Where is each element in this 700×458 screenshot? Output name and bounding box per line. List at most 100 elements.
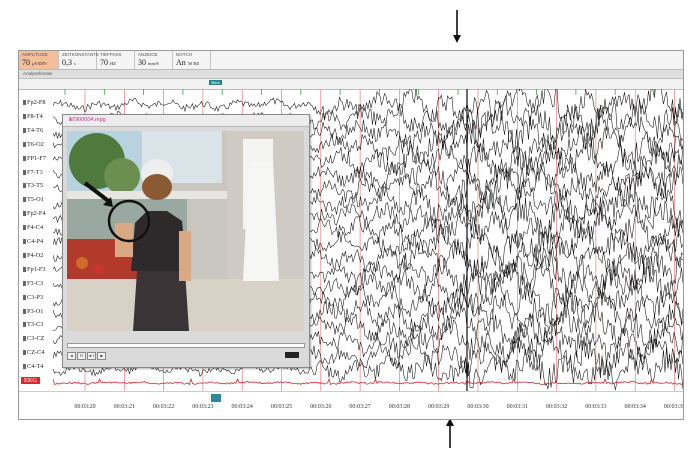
channel-icon <box>23 169 26 175</box>
channel-icon <box>23 308 26 314</box>
time-tick-label: 00:03:35 <box>663 404 684 410</box>
channel-icon <box>23 113 26 119</box>
channel-label[interactable]: C3-P3 <box>23 294 43 301</box>
channel-label[interactable]: F3-C3 <box>23 280 43 287</box>
channel-name: Fp2-F4 <box>27 210 46 218</box>
param-unit: HZ <box>110 61 116 66</box>
video-image <box>67 131 304 331</box>
param-value: 70 HZ <box>100 58 116 67</box>
time-tick-label: 00:03:24 <box>231 404 253 410</box>
channel-icon <box>23 294 26 300</box>
channel-name: Fp1-F3 <box>27 265 46 273</box>
video-title-bar[interactable]: 17900004.mpg – □ × <box>63 115 309 127</box>
channel-icon <box>23 252 26 258</box>
channel-label[interactable]: P4-O2 <box>23 252 43 259</box>
time-tick-label: 00:03:34 <box>624 404 646 410</box>
channel-label[interactable]: C4-T4 <box>23 363 43 370</box>
channel-label-column: Fp2-F8 F8-T4 T4-T6 T6-O2 FP1-F7 F7-T3 T3-T5 T5-… <box>19 89 53 389</box>
channel-label-ecg[interactable]: EKG <box>21 377 40 384</box>
channel-label[interactable]: T6-O2 <box>23 141 44 148</box>
time-tick-label: 00:03:28 <box>388 404 411 410</box>
video-seekbar[interactable] <box>67 343 305 348</box>
channel-name: T6-O2 <box>27 140 44 148</box>
parameter-bar: AMPLITUDE 70 µV/DIV ZEITKONSTANTE 0,3 s TIEF… <box>19 51 683 70</box>
channel-icon <box>23 211 26 217</box>
time-tick-label: 00:03:27 <box>349 404 371 410</box>
channel-icon <box>23 100 26 105</box>
eeg-viewer-window: AMPLITUDE 70 µV/DIV ZEITKONSTANTE 0,3 s TIEF… <box>18 50 684 420</box>
param-anzeige[interactable]: ANZEIGE 30 mm/S <box>135 51 173 69</box>
param-unit: µV/DIV <box>32 61 48 66</box>
channel-name: C3-P3 <box>27 293 44 301</box>
channel-label[interactable]: T3-T5 <box>23 182 43 189</box>
channel-label[interactable]: C4-P4 <box>23 238 43 245</box>
channel-label[interactable]: C3-CZ <box>23 335 45 342</box>
param-label: AMPLITUDE <box>22 52 48 57</box>
time-tick-label: 00:03:30 <box>467 404 489 410</box>
channel-icon <box>23 266 26 272</box>
channel-icon <box>23 350 26 356</box>
time-tick-label: 00:03:33 <box>585 404 607 410</box>
event-marker[interactable] <box>211 394 221 402</box>
param-label: ANZEIGE <box>138 52 158 57</box>
channel-icon <box>23 225 26 231</box>
bottom-arrow-icon <box>446 418 454 448</box>
param-value: 70 µV/DIV <box>22 58 48 67</box>
channel-label[interactable]: T4-T6 <box>23 127 43 134</box>
channel-icon <box>23 336 26 342</box>
channel-label[interactable]: CZ-C4 <box>23 349 45 356</box>
video-window[interactable]: 17900004.mpg – □ × ◄ II ►I ■ <box>62 114 310 368</box>
time-tick-label: 00:03:26 <box>310 404 332 410</box>
param-value: An 50 HZ <box>176 58 200 67</box>
param-label: TIEFPASS <box>100 52 122 57</box>
param-value: 30 mm/S <box>138 58 159 67</box>
channel-icon <box>23 183 26 189</box>
time-tick-label: 00:03:23 <box>192 404 214 410</box>
step-button[interactable]: ►I <box>87 352 96 360</box>
param-tiefpass[interactable]: TIEFPASS 70 HZ <box>97 51 135 69</box>
channel-name: F7-T3 <box>27 168 43 176</box>
channel-name: C4-P4 <box>27 238 44 245</box>
channel-name: C4-T4 <box>27 363 44 371</box>
channel-icon <box>23 197 26 203</box>
channel-icon <box>23 322 26 328</box>
stop-button[interactable]: ■ <box>97 352 106 360</box>
param-label: NOTCH <box>176 52 192 57</box>
channel-label[interactable]: Fp2-F8 <box>23 99 46 106</box>
param-label: ZEITKONSTANTE <box>62 52 99 57</box>
rewind-button[interactable]: ◄ <box>67 352 76 360</box>
time-tick-label: 00:03:21 <box>113 404 135 410</box>
pause-button[interactable]: II <box>77 352 86 360</box>
param-unit: s <box>74 61 76 66</box>
channel-label[interactable]: FP1-F7 <box>23 155 46 162</box>
channel-label[interactable]: T3-C3 <box>23 321 43 328</box>
channel-name: C3-CZ <box>27 335 45 343</box>
time-axis: 00:03:20 00:03:21 00:03:22 00:03:23 00:03:24… <box>19 391 684 419</box>
channel-name: T3-T5 <box>27 182 44 190</box>
top-marker-tag[interactable]: Mark <box>209 80 222 85</box>
channel-name: T4-T6 <box>27 126 44 134</box>
channel-name: CZ-C4 <box>27 349 45 357</box>
channel-label[interactable]: P3-O1 <box>23 308 43 315</box>
channel-label[interactable]: F8-T4 <box>23 113 43 120</box>
time-tick-label: 00:03:25 <box>270 404 293 410</box>
param-notch[interactable]: NOTCH An 50 HZ <box>173 51 211 69</box>
channel-label[interactable]: Fp1-F3 <box>23 266 46 273</box>
analysis-bar[interactable]: Analysefenster <box>19 70 683 79</box>
channel-name: P4-O2 <box>27 251 44 259</box>
param-amplitude[interactable]: AMPLITUDE 70 µV/DIV <box>19 51 59 69</box>
channel-name: F8-T4 <box>27 112 43 120</box>
channel-label[interactable]: F7-T3 <box>23 169 43 176</box>
time-tick-label: 00:03:29 <box>428 404 450 410</box>
channel-icon <box>23 141 26 147</box>
time-tick-label: 00:03:32 <box>545 404 568 410</box>
channel-label[interactable]: F4-C4 <box>23 224 43 231</box>
channel-name: P3-O1 <box>27 307 44 315</box>
param-zeitkonstante[interactable]: ZEITKONSTANTE 0,3 s <box>59 51 99 69</box>
close-icon[interactable]: × <box>69 117 306 123</box>
channel-label[interactable]: Fp2-F4 <box>23 210 46 217</box>
channel-icon <box>23 364 26 370</box>
channel-label[interactable]: T5-O1 <box>23 196 44 203</box>
channel-name: Fp2-F8 <box>27 99 46 106</box>
channel-icon <box>23 155 26 161</box>
